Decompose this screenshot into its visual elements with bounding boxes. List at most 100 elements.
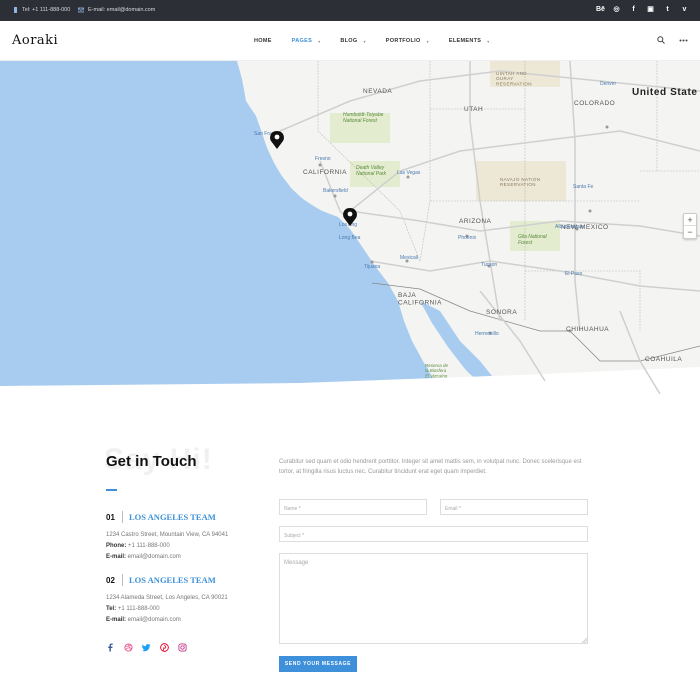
contact-social-links [106,643,187,652]
team-details: 1234 Alameda Street, Los Angeles, CA 900… [106,593,266,626]
map-pin-dot [274,134,280,140]
team-header: 02 LOS ANGELES TEAM [106,574,266,586]
team-details: 1234 Castro Street, Mountain View, CA 94… [106,530,266,563]
label-chihuahua: CHIHUAHUA [566,326,609,333]
nav-label: PORTFOLIO [385,38,421,44]
map-zoom-control: + − [683,213,697,239]
top-bar: Tel: +1 111-888-000 E-mail: email@domain… [0,0,700,21]
label-colorado: COLORADO [574,100,615,107]
nav-label: HOME [254,38,272,44]
nav-item-portfolio[interactable]: PORTFOLIO ▾ [386,38,429,44]
send-message-button[interactable]: SEND YOUR MESSAGE [279,656,357,672]
social-links: Bē ◎ f ▣ t v [596,5,688,15]
phone-value[interactable]: +1 111-888-000 [126,543,170,549]
vimeo-icon[interactable]: v [681,5,688,15]
title-underline [106,489,117,491]
nav-label: PAGES [291,38,313,44]
email-contact[interactable]: E-mail: email@domain.com [78,7,155,13]
label-coahuila: COAHUILA [645,356,682,363]
nav-label: BLOG [340,38,358,44]
email-value[interactable]: email@domain.com [126,617,181,623]
main-header: Aoraki HOME PAGES ▾ BLOG ▾ PORTFOLIO ▾ ELEM… [0,21,700,61]
contact-intro-text: Curabitur sed quam et odio hendrerit por… [279,459,582,475]
name-input[interactable]: Name * [279,499,427,515]
google-map[interactable]: NEVADA UTAH COLORADO United State CALIFO… [0,61,700,394]
envelope-icon [78,7,84,13]
site-logo[interactable]: Aoraki [12,33,58,48]
label-phoenix: Phoenix [458,235,477,241]
main-nav: HOME PAGES ▾ BLOG ▾ PORTFOLIO ▾ ELEMENTS ▾ [254,38,510,44]
label-united-states: United State [632,87,698,98]
label-hermosillo: Hermosillo [475,331,499,337]
phone-text: Tel: +1 111-888-000 [22,7,71,13]
instagram-icon[interactable]: ▣ [647,5,654,15]
label-sonora: SONORA [486,309,517,316]
message-textarea[interactable]: Message [279,553,588,644]
instagram-icon[interactable] [178,643,187,652]
facebook-icon[interactable]: f [630,5,637,15]
nav-label: ELEMENTS [448,38,482,44]
label-albuquerque: Albuquerque [555,224,584,230]
email-value[interactable]: email@domain.com [126,554,181,560]
team-number: 02 [106,575,115,585]
chevron-down-icon: ▾ [318,38,321,44]
label-california: CALIFORNIA [303,169,347,176]
label-navajo: NAVAJO NATION RESERVATION [500,177,540,187]
team-email: E-mail: email@domain.com [106,552,266,563]
email-label: E-mail: [106,554,127,560]
dribbble-icon[interactable] [124,643,133,652]
email-text: E-mail: email@domain.com [88,7,156,13]
phone-label: Tel: [106,606,117,612]
team-card-2: 02 LOS ANGELES TEAM 1234 Alameda Street,… [106,574,266,626]
search-icon[interactable] [657,36,665,44]
label-denver: Denver [600,81,616,87]
team-number: 01 [106,512,115,522]
dribbble-icon[interactable]: ◎ [613,5,620,15]
team-email: E-mail: email@domain.com [106,615,266,626]
twitter-icon[interactable]: t [664,5,671,15]
label-tijuana: Tijuana [364,264,380,270]
header-tools [657,36,688,44]
zoom-in-button[interactable]: + [684,214,696,226]
phone-contact[interactable]: Tel: +1 111-888-000 [13,7,70,13]
pinterest-icon[interactable] [160,643,169,652]
nav-item-pages[interactable]: PAGES ▾ [292,38,321,44]
team-phone: Phone: +1 111-888-000 [106,541,266,552]
team-phone: Tel: +1 111-888-000 [106,604,266,615]
behance-icon[interactable]: Bē [596,5,605,15]
divider [122,574,123,586]
team-address: 1234 Castro Street, Mountain View, CA 94… [106,532,229,538]
team-card-1: 01 LOS ANGELES TEAM 1234 Castro Street, … [106,511,266,563]
phone-label: Phone: [106,543,127,549]
map-canvas: NEVADA UTAH COLORADO United State CALIFO… [0,61,700,394]
team-header: 01 LOS ANGELES TEAM [106,511,266,523]
label-santa-fe: Santa Fe [573,184,594,190]
facebook-icon[interactable] [106,643,115,652]
label-reserva: Reserva de la Biosfera El Vizcaíno [425,363,449,378]
email-label: E-mail: [106,617,127,623]
label-long-beach: Long Bea [339,235,361,241]
label-el-paso: El Paso [565,271,582,277]
phone-value[interactable]: +1 111-888-000 [116,606,160,612]
nav-item-home[interactable]: HOME [254,38,272,44]
zoom-out-button[interactable]: − [684,226,696,238]
label-arizona: ARIZONA [459,218,492,225]
label-mexicali: Mexicali [400,255,418,261]
label-death-valley: Death Valley National Park [356,165,387,177]
phone-icon [14,7,17,13]
label-bakersfield: Bakersfield [323,188,348,194]
section-title: Get in Touch [106,453,197,470]
more-icon[interactable] [679,39,688,42]
twitter-icon[interactable] [142,643,151,652]
label-las-vegas: Las Vegas [397,170,421,176]
team-name: LOS ANGELES TEAM [129,575,216,585]
chevron-down-icon: ▾ [426,38,429,44]
email-input[interactable]: Email * [440,499,588,515]
divider [122,511,123,523]
nav-item-elements[interactable]: ELEMENTS ▾ [449,38,490,44]
subject-input[interactable]: Subject * [279,526,588,542]
nav-item-blog[interactable]: BLOG ▾ [340,38,365,44]
google-logo: Google [3,386,27,393]
chevron-down-icon: ▾ [363,38,366,44]
resize-handle-icon[interactable] [582,638,587,643]
